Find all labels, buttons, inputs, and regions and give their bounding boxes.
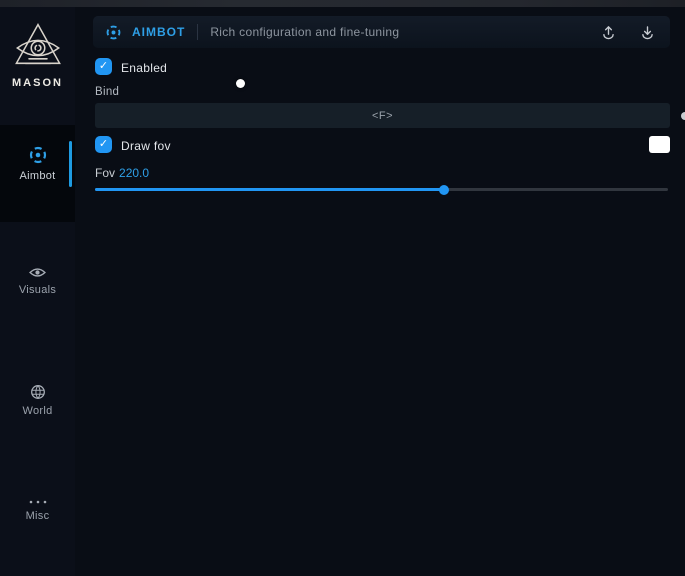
sidebar-item-label: Misc: [0, 510, 75, 522]
mason-cheat-menu-window: MASON Aimbot Visuals: [0, 0, 685, 576]
download-icon: [639, 24, 656, 41]
globe-icon: [30, 384, 46, 400]
draw-fov-checkbox[interactable]: ✓: [95, 136, 112, 153]
sidebar-item-aimbot[interactable]: Aimbot: [0, 125, 75, 222]
eye-pyramid-logo-icon: [9, 21, 67, 75]
fov-color-swatch[interactable]: [649, 136, 670, 153]
page-title: AIMBOT: [132, 25, 185, 39]
active-tab-indicator: [69, 141, 72, 187]
upload-icon: [600, 24, 617, 41]
mason-logo: MASON: [0, 21, 75, 89]
main-content: AIMBOT Rich configuration and fine-tunin…: [75, 7, 685, 576]
mouse-cursor-dot: [236, 79, 245, 88]
eye-icon: [29, 266, 46, 279]
fov-label-row: Fov 220.0: [95, 166, 149, 180]
window-title-bar: [0, 0, 685, 7]
crosshair-icon: [105, 24, 122, 41]
sidebar-item-misc[interactable]: Misc: [0, 499, 75, 522]
section-header: AIMBOT Rich configuration and fine-tunin…: [93, 16, 670, 48]
ellipsis-icon: [28, 499, 48, 505]
fov-value: 220.0: [119, 166, 149, 180]
fov-slider[interactable]: [95, 188, 668, 191]
sidebar-item-visuals[interactable]: Visuals: [0, 266, 75, 296]
download-config-button[interactable]: [637, 22, 658, 43]
logo-title: MASON: [0, 77, 75, 89]
header-divider: [197, 24, 198, 40]
fov-slider-thumb[interactable]: [439, 185, 449, 195]
page-subtitle: Rich configuration and fine-tuning: [210, 25, 399, 39]
sidebar: MASON Aimbot Visuals: [0, 7, 75, 576]
enabled-label: Enabled: [121, 61, 167, 75]
keybind-input[interactable]: <F>: [95, 103, 670, 128]
checkmark-icon: ✓: [99, 138, 108, 150]
gray-dot: [681, 112, 685, 120]
sidebar-item-world[interactable]: World: [0, 384, 75, 417]
sidebar-item-label: Aimbot: [0, 170, 75, 182]
checkmark-icon: ✓: [99, 60, 108, 72]
upload-config-button[interactable]: [598, 22, 619, 43]
sidebar-item-label: Visuals: [0, 284, 75, 296]
fov-label: Fov: [95, 166, 115, 180]
enabled-checkbox[interactable]: ✓: [95, 58, 112, 75]
sidebar-item-label: World: [0, 405, 75, 417]
draw-fov-label: Draw fov: [121, 139, 171, 153]
bind-label: Bind: [95, 86, 119, 98]
fov-slider-fill: [95, 188, 444, 191]
crosshair-icon: [28, 145, 48, 165]
